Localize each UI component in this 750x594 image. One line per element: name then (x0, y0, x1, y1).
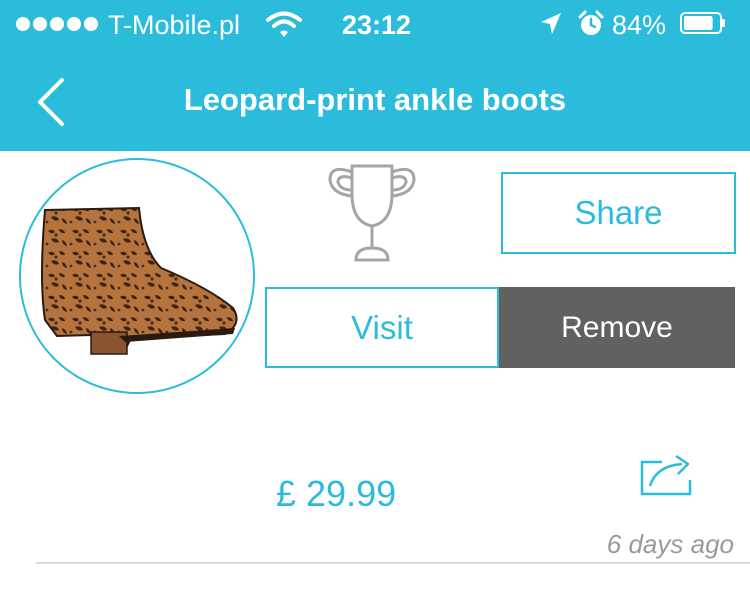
trophy-icon (328, 164, 416, 262)
added-timestamp: 6 days ago (606, 529, 734, 559)
product-image (19, 158, 255, 394)
divider (36, 562, 750, 564)
location-arrow-icon (541, 13, 561, 34)
share-arrow-icon[interactable] (638, 452, 694, 498)
status-bar: T-Mobile.pl 23:12 84% (0, 0, 750, 50)
battery-percentage: 84% (612, 10, 667, 40)
carrier-name: T-Mobile.pl (108, 10, 241, 40)
signal-strength-icon (16, 17, 98, 31)
product-screen: T-Mobile.pl 23:12 84% Leopard-print ankl… (0, 0, 750, 594)
status-time: 23:12 (342, 10, 412, 40)
navigation-bar: Leopard-print ankle boots (0, 50, 750, 151)
product-price: £ 29.99 (276, 473, 397, 514)
app-header: T-Mobile.pl 23:12 84% Leopard-print ankl… (0, 0, 750, 151)
battery-icon (680, 12, 725, 34)
page-title: Leopard-print ankle boots (183, 82, 567, 117)
share-button[interactable]: Share (501, 172, 736, 254)
visit-button[interactable]: Visit (265, 287, 499, 368)
remove-button[interactable]: Remove (499, 287, 735, 368)
wifi-icon (266, 11, 302, 37)
alarm-clock-icon (578, 10, 604, 35)
